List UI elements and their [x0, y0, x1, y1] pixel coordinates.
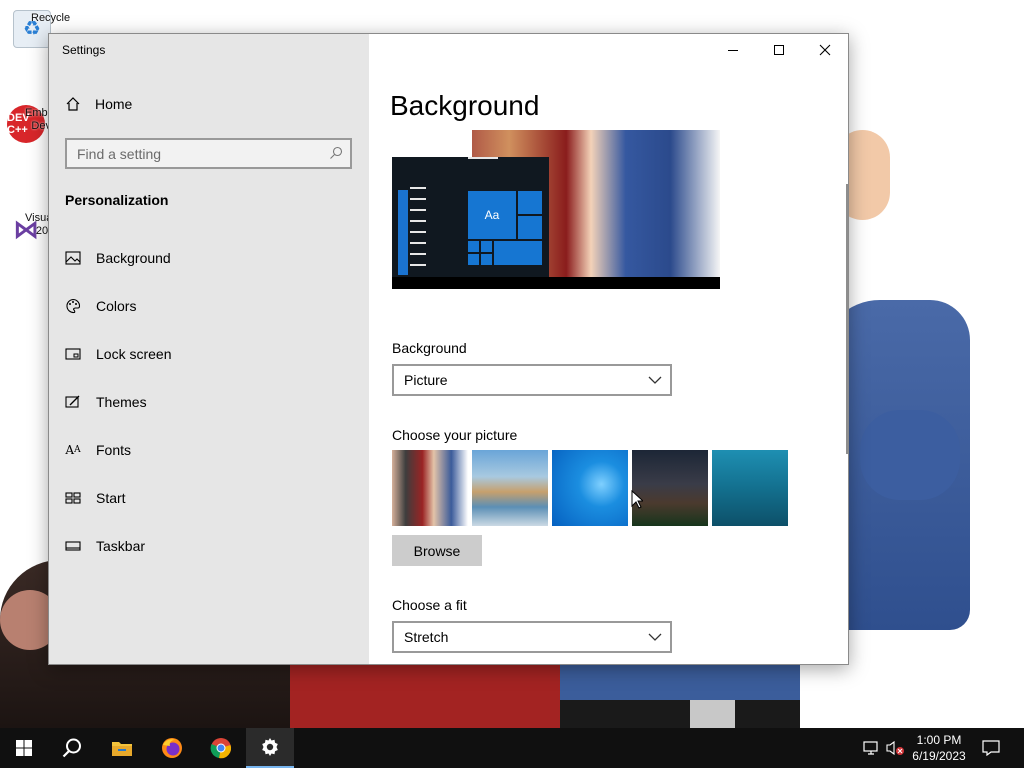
sidebar-item-colors[interactable]: Colors [49, 286, 369, 326]
embarcadero-dev-cpp-shortcut[interactable]: DEV C++ Embarca Dev-C [2, 105, 69, 143]
taskbar-search-button[interactable] [48, 728, 96, 768]
chrome-button[interactable] [197, 728, 245, 768]
minimize-icon [728, 49, 738, 51]
close-icon [819, 44, 831, 56]
visual-studio-shortcut[interactable]: ⋈ Visual S 201 [2, 210, 65, 248]
choose-picture-label: Choose your picture [392, 427, 518, 443]
volume-muted-icon [886, 740, 904, 756]
picture-thumbnail[interactable] [712, 450, 788, 526]
picture-thumbnail[interactable] [552, 450, 628, 526]
desktop-preview: Aa [392, 130, 720, 289]
volume-tray-button[interactable] [884, 728, 906, 768]
taskbar-clock[interactable]: 1:00 PM 6/19/2023 [905, 732, 973, 764]
sidebar-item-lock-screen[interactable]: Lock screen [49, 334, 369, 374]
file-explorer-icon [112, 742, 132, 756]
sidebar-item-themes[interactable]: Themes [49, 382, 369, 422]
clock-time: 1:00 PM [916, 733, 962, 747]
background-dropdown-value: Picture [404, 372, 448, 388]
sidebar-item-label: Colors [96, 298, 137, 314]
fonts-icon: AA [65, 443, 81, 457]
close-button[interactable] [802, 34, 848, 66]
window-title: Settings [62, 43, 106, 57]
search-input[interactable] [77, 145, 317, 162]
taskbar: 1:00 PM 6/19/2023 [0, 728, 1024, 768]
home-label: Home [95, 96, 133, 112]
title-bar[interactable]: Settings [49, 34, 848, 66]
home-nav[interactable]: Home [65, 96, 132, 112]
sidebar-item-start[interactable]: Start [49, 478, 369, 518]
chevron-down-icon [648, 376, 662, 384]
taskbar-icon [65, 538, 81, 554]
settings-window: Background Aa Background Picture Choose … [48, 33, 849, 665]
chrome-icon [210, 738, 232, 759]
preview-tile: Aa [468, 191, 516, 239]
start-button[interactable] [0, 728, 48, 768]
chevron-down-icon [648, 633, 662, 641]
themes-icon [65, 394, 81, 410]
sidebar-item-fonts[interactable]: AA Fonts [49, 430, 369, 470]
network-tray-button[interactable] [860, 728, 882, 768]
search-icon [62, 738, 81, 758]
sidebar-item-label: Background [96, 250, 171, 266]
settings-taskbar-button[interactable] [246, 728, 294, 768]
desktop-icon-label: Recycle [31, 12, 71, 24]
search-icon [330, 146, 343, 159]
picture-thumbnails [392, 450, 792, 526]
picture-thumbnail[interactable] [472, 450, 548, 526]
browse-button[interactable]: Browse [392, 535, 482, 566]
sidebar-item-label: Fonts [96, 442, 132, 458]
section-heading: Personalization [65, 192, 169, 208]
sidebar-item-label: Start [96, 490, 126, 506]
content-scrollbar[interactable] [846, 184, 848, 454]
palette-icon [65, 298, 81, 314]
minimize-button[interactable] [710, 34, 756, 66]
clock-date: 6/19/2023 [912, 749, 966, 763]
mouse-cursor-icon [631, 490, 643, 509]
find-setting-search[interactable] [65, 138, 352, 169]
fit-dropdown[interactable]: Stretch [392, 621, 672, 653]
file-explorer-button[interactable] [98, 728, 146, 768]
settings-gear-icon [262, 738, 278, 756]
firefox-button[interactable] [148, 728, 196, 768]
lock-screen-icon [65, 346, 81, 362]
sidebar-item-label: Themes [96, 394, 147, 410]
choose-fit-label: Choose a fit [392, 597, 467, 613]
page-title: Background [390, 90, 540, 121]
sidebar-item-background[interactable]: Background [49, 238, 369, 278]
background-dropdown[interactable]: Picture [392, 364, 672, 396]
picture-thumbnail[interactable] [632, 450, 708, 526]
home-icon [65, 96, 81, 112]
fit-dropdown-value: Stretch [404, 629, 449, 645]
network-icon [863, 741, 878, 755]
sidebar-item-label: Lock screen [96, 346, 172, 362]
maximize-button[interactable] [756, 34, 802, 66]
maximize-icon [774, 45, 784, 55]
windows-start-icon [16, 740, 32, 756]
sidebar-item-label: Taskbar [96, 538, 146, 554]
settings-content: Background Aa Background Picture Choose … [369, 34, 848, 664]
sidebar-item-taskbar[interactable]: Taskbar [49, 526, 369, 566]
picture-thumbnail[interactable] [392, 450, 468, 526]
notification-icon [982, 740, 1000, 756]
action-center-button[interactable] [978, 728, 1004, 768]
start-icon [65, 490, 81, 506]
background-label: Background [392, 340, 467, 356]
firefox-icon [162, 738, 182, 758]
picture-icon [65, 250, 81, 266]
